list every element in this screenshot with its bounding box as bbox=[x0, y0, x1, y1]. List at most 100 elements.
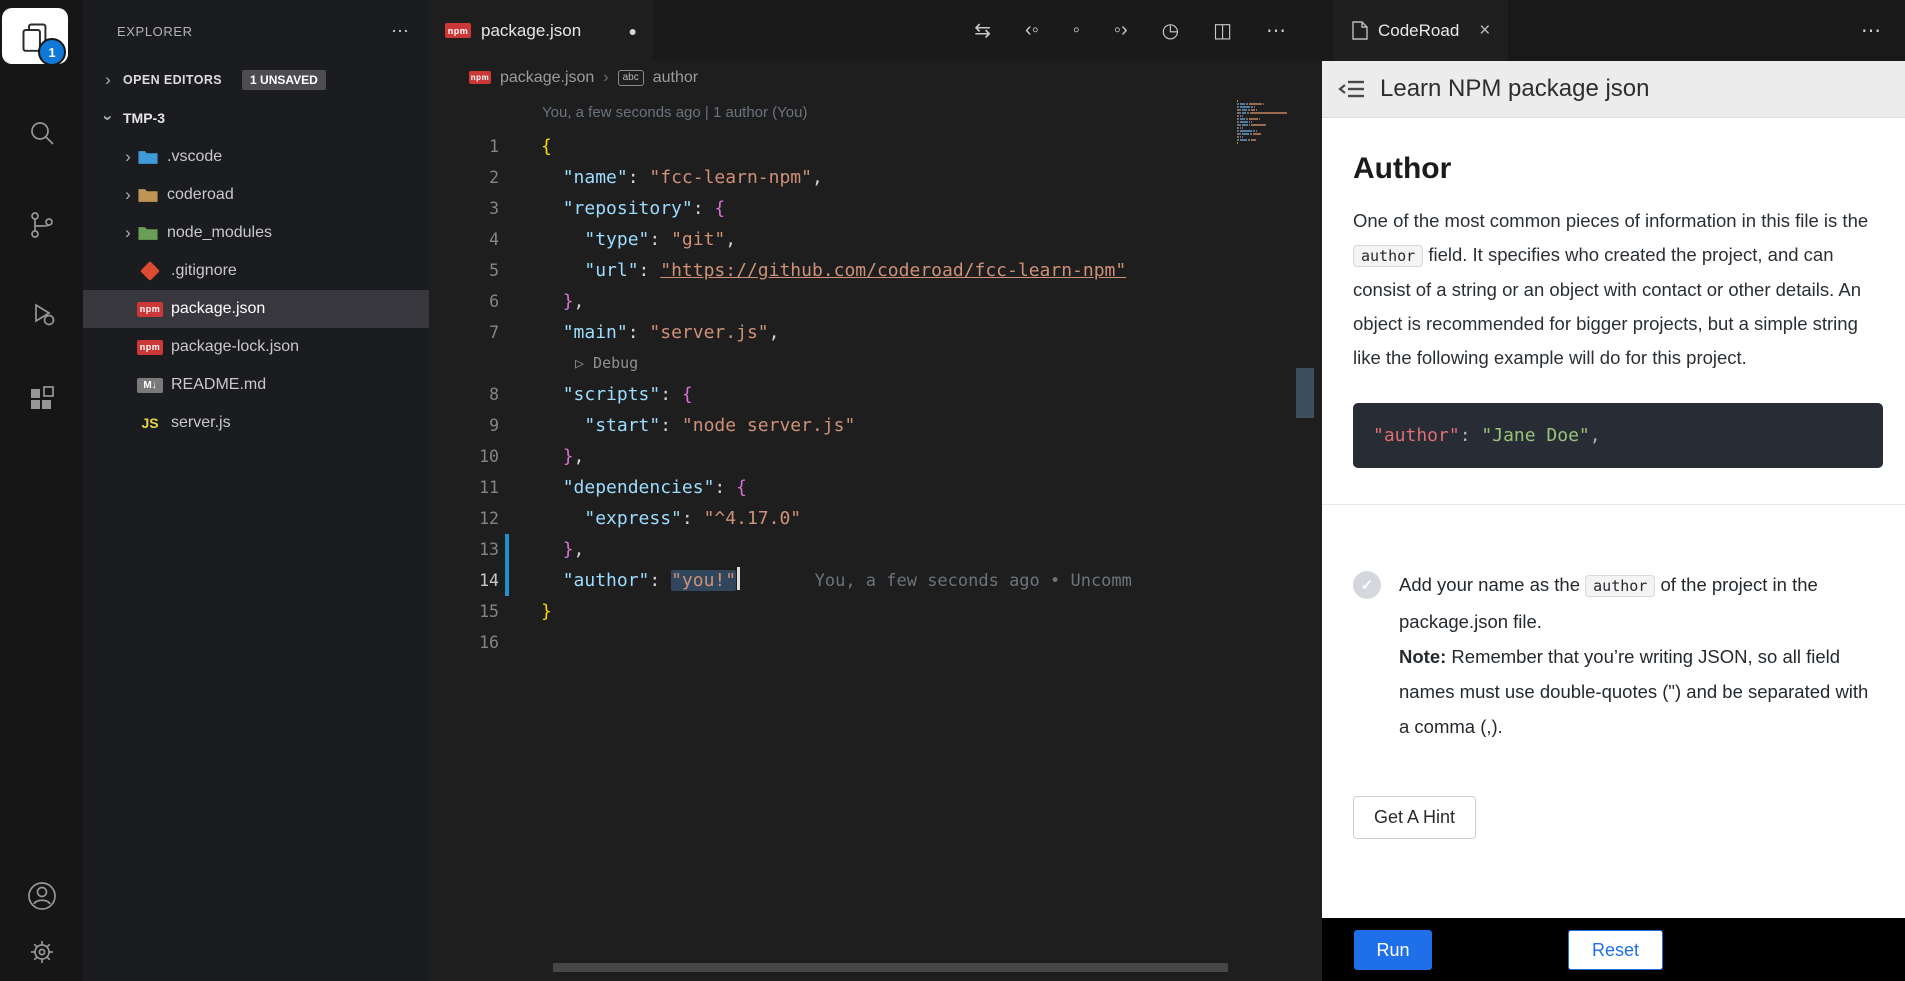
codelens-label[interactable]: ▷ Debug bbox=[499, 348, 638, 379]
code-token: : bbox=[660, 415, 682, 436]
paragraph-text: One of the most common pieces of informa… bbox=[1353, 210, 1868, 231]
tab-coderoad[interactable]: CodeRoad × bbox=[1334, 0, 1508, 61]
file-item-README.md[interactable]: M↓README.md bbox=[83, 366, 429, 404]
line-number: 8 bbox=[429, 379, 499, 410]
file-item-.vscode[interactable]: ›.vscode bbox=[83, 138, 429, 176]
timeline-icon[interactable]: ◷ bbox=[1162, 18, 1179, 43]
get-a-hint-button[interactable]: Get A Hint bbox=[1353, 796, 1476, 839]
code-token: "node server.js" bbox=[682, 415, 855, 436]
horizontal-scrollbar[interactable] bbox=[553, 963, 1228, 972]
code-line-15[interactable]: 15} bbox=[429, 596, 1234, 627]
code-line-13[interactable]: 13 }, bbox=[429, 534, 1234, 565]
explorer-more-actions-icon[interactable]: ⋯ bbox=[391, 21, 409, 42]
workspace-root[interactable]: › TMP-3 bbox=[83, 98, 429, 138]
tab-package-json[interactable]: npm package.json ● bbox=[429, 0, 653, 61]
close-icon[interactable]: × bbox=[1479, 20, 1490, 42]
code-editor[interactable]: 1{2 "name": "fcc-learn-npm",3 "repositor… bbox=[429, 131, 1234, 658]
code-token: , bbox=[725, 229, 736, 250]
code-text: "scripts": { bbox=[499, 379, 693, 410]
code-text bbox=[499, 627, 541, 658]
code-text: }, bbox=[499, 441, 584, 472]
code-token-key: "author" bbox=[1373, 425, 1460, 446]
code-token: "fcc-learn-npm" bbox=[649, 167, 812, 188]
divider bbox=[1322, 504, 1905, 505]
code-line-11[interactable]: 11 "dependencies": { bbox=[429, 472, 1234, 503]
current-change-icon[interactable]: ◦ bbox=[1073, 19, 1080, 42]
editor-group: npm package.json ● ⇆ ‹◦ ◦ ◦› ◷ ◫ ⋯ npm package… bbox=[429, 0, 1322, 981]
git-compare-icon[interactable]: ⇆ bbox=[974, 18, 991, 43]
code-line-7[interactable]: 7 "main": "server.js", bbox=[429, 317, 1234, 348]
coderoad-tab-title: CodeRoad bbox=[1378, 21, 1459, 41]
breadcrumb-symbol[interactable]: author bbox=[653, 69, 698, 87]
code-token bbox=[541, 539, 563, 560]
npm-file-icon: npm bbox=[445, 23, 471, 38]
code-token bbox=[541, 198, 563, 219]
code-token: "start" bbox=[584, 415, 660, 436]
source-control-icon bbox=[26, 209, 58, 241]
code-line-2[interactable]: 2 "name": "fcc-learn-npm", bbox=[429, 162, 1234, 193]
activity-item-extensions[interactable] bbox=[0, 372, 83, 430]
codelens-debug[interactable]: ▷ Debug bbox=[429, 348, 1234, 379]
file-item-server.js[interactable]: JSserver.js bbox=[83, 404, 429, 442]
previous-change-icon[interactable]: ‹◦ bbox=[1025, 19, 1039, 42]
coderoad-footer: Run Reset bbox=[1322, 918, 1905, 981]
code-line-8[interactable]: 8 "scripts": { bbox=[429, 379, 1234, 410]
paragraph-text: field. It specifies who created the proj… bbox=[1353, 244, 1861, 368]
code-line-12[interactable]: 12 "express": "^4.17.0" bbox=[429, 503, 1234, 534]
file-item-.gitignore[interactable]: .gitignore bbox=[83, 252, 429, 290]
line-number: 3 bbox=[429, 193, 499, 224]
activity-item-accounts[interactable] bbox=[0, 867, 83, 925]
code-token: : bbox=[682, 508, 704, 529]
activity-item-settings[interactable] bbox=[0, 923, 83, 981]
panel-more-actions-icon[interactable]: ⋯ bbox=[1861, 18, 1881, 43]
editor-tab-bar: npm package.json ● ⇆ ‹◦ ◦ ◦› ◷ ◫ ⋯ bbox=[429, 0, 1322, 61]
code-line-16[interactable]: 16 bbox=[429, 627, 1234, 658]
more-actions-icon[interactable]: ⋯ bbox=[1266, 18, 1286, 43]
file-item-coderoad[interactable]: ›coderoad bbox=[83, 176, 429, 214]
file-item-package.json[interactable]: npmpackage.json bbox=[83, 290, 429, 328]
file-item-node_modules[interactable]: ›node_modules bbox=[83, 214, 429, 252]
activity-item-explorer[interactable]: 1 bbox=[2, 8, 68, 64]
line-number: 10 bbox=[429, 441, 499, 472]
node-folder-icon bbox=[137, 225, 159, 242]
file-name: package.json bbox=[171, 300, 265, 318]
minimap[interactable] bbox=[1237, 100, 1293, 148]
code-line-6[interactable]: 6 }, bbox=[429, 286, 1234, 317]
code-token bbox=[541, 291, 563, 312]
breadcrumb[interactable]: npm package.json › abc author bbox=[429, 61, 1322, 94]
code-token: : bbox=[660, 384, 682, 405]
split-editor-icon[interactable]: ◫ bbox=[1213, 18, 1232, 43]
code-line-3[interactable]: 3 "repository": { bbox=[429, 193, 1234, 224]
code-token: "type" bbox=[584, 229, 649, 250]
collapse-menu-icon[interactable] bbox=[1338, 77, 1366, 101]
task-note: Note: Remember that you’re writing JSON,… bbox=[1399, 639, 1869, 744]
line-number: 11 bbox=[429, 472, 499, 503]
file-blame-annotation[interactable]: You, a few seconds ago | 1 author (You) bbox=[542, 104, 807, 121]
code-text: { bbox=[499, 131, 552, 162]
open-editors-section[interactable]: › OPEN EDITORS 1 UNSAVED bbox=[83, 62, 429, 98]
git-file-icon bbox=[137, 264, 163, 278]
coderoad-panel: CodeRoad × ⋯ Learn NPM package json Auth… bbox=[1322, 0, 1905, 981]
code-line-4[interactable]: 4 "type": "git", bbox=[429, 224, 1234, 255]
file-item-package-lock.json[interactable]: npmpackage-lock.json bbox=[83, 328, 429, 366]
code-line-1[interactable]: 1{ bbox=[429, 131, 1234, 162]
code-token: } bbox=[563, 539, 574, 560]
code-line-14[interactable]: 14 "author": "you!"You, a few seconds ag… bbox=[429, 565, 1234, 596]
activity-item-run-debug[interactable] bbox=[0, 284, 83, 342]
breadcrumb-file[interactable]: package.json bbox=[500, 69, 594, 87]
activity-item-source-control[interactable] bbox=[0, 196, 83, 254]
activity-item-search[interactable] bbox=[0, 105, 83, 163]
code-line-5[interactable]: 5 "url": "https://github.com/coderoad/fc… bbox=[429, 255, 1234, 286]
overview-ruler-marker bbox=[1296, 368, 1314, 418]
code-line-9[interactable]: 9 "start": "node server.js" bbox=[429, 410, 1234, 441]
chevron-right-icon: › bbox=[99, 70, 117, 90]
next-change-icon[interactable]: ◦› bbox=[1114, 19, 1128, 42]
run-button[interactable]: Run bbox=[1354, 930, 1432, 970]
editor-actions: ⇆ ‹◦ ◦ ◦› ◷ ◫ ⋯ bbox=[974, 18, 1322, 43]
code-token: : bbox=[693, 198, 715, 219]
file-name: .gitignore bbox=[171, 262, 237, 280]
lesson-header: Learn NPM package json bbox=[1322, 61, 1905, 118]
code-line-10[interactable]: 10 }, bbox=[429, 441, 1234, 472]
code-text: "express": "^4.17.0" bbox=[499, 503, 801, 534]
reset-button[interactable]: Reset bbox=[1568, 930, 1663, 970]
